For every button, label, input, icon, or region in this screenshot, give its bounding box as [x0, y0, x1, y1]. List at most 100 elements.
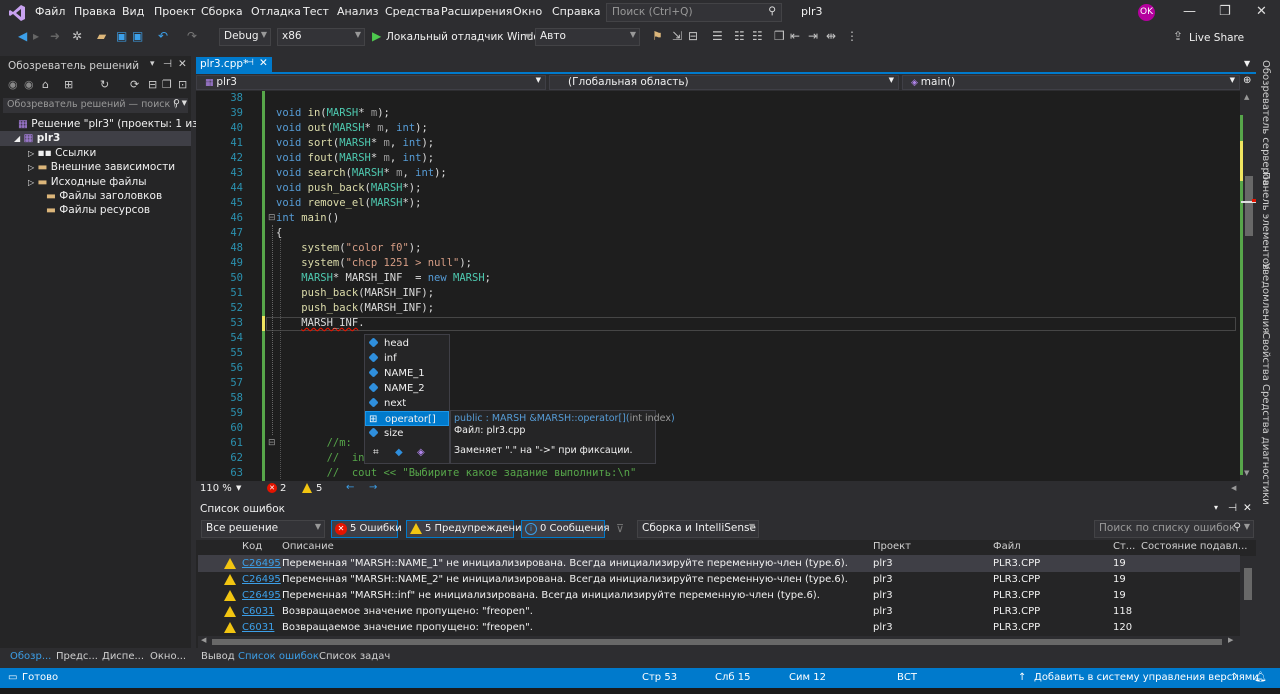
tab-output[interactable]: Вывод — [201, 651, 235, 662]
pane-close-icon[interactable]: ✕ — [178, 58, 187, 70]
outline-collapse-icon[interactable]: ⊟ — [268, 213, 276, 223]
table-row[interactable]: C6031 Возвращаемое значение пропущено: "… — [198, 604, 1240, 620]
tree-item-external-deps[interactable]: ▷ ▬ Внешние зависимости — [28, 161, 175, 173]
table-row[interactable]: C26495 Переменная "MARSH::NAME_1" не ини… — [198, 556, 1240, 572]
menu-project[interactable]: Проект — [154, 5, 196, 18]
scroll-thumb[interactable] — [1245, 176, 1253, 236]
properties-icon[interactable]: ⊡ — [178, 78, 187, 91]
error-code-link[interactable]: C26495 — [242, 574, 281, 585]
completion-item[interactable]: size — [365, 426, 449, 441]
column-header-line[interactable]: Ст... — [1113, 541, 1135, 552]
save-all-icon[interactable]: ▣ — [132, 29, 143, 43]
completion-item[interactable]: NAME_1 — [365, 366, 449, 381]
quick-launch-search[interactable]: Поиск (Ctrl+Q) ⚲ — [606, 3, 782, 22]
tab-class-view[interactable]: Предс... — [56, 651, 98, 662]
solution-explorer-search[interactable]: Обозреватель решений — поиск ( ⚲ ▼ — [3, 98, 188, 113]
previous-issue-icon[interactable]: ← — [346, 482, 354, 493]
table-row[interactable]: C26495 Переменная "MARSH::NAME_2" не ини… — [198, 572, 1240, 588]
platform-select[interactable]: x86 ▼ — [277, 28, 365, 46]
menu-help[interactable]: Справка — [552, 5, 600, 18]
error-count[interactable]: 2 — [280, 483, 286, 494]
run-mode-select[interactable]: Авто ▼ — [535, 28, 640, 46]
column-header-description[interactable]: Описание — [282, 541, 334, 552]
configuration-select[interactable]: Debug ▼ — [219, 28, 271, 46]
tab-window[interactable]: Окно... — [150, 651, 186, 662]
tree-solution-node[interactable]: ▦ Решение "plr3" (проекты: 1 из 1) — [18, 118, 212, 130]
forward-arrow-icon[interactable]: ➜ — [50, 29, 60, 43]
tab-toolbox[interactable]: Панель элементов — [1260, 172, 1271, 270]
error-list-horizontal-scrollbar[interactable]: ◀ ▶ — [198, 636, 1256, 648]
scroll-thumb[interactable] — [1244, 568, 1252, 600]
pane-close-icon[interactable]: ✕ — [1243, 502, 1252, 514]
column-header-code[interactable]: Код — [242, 541, 262, 552]
outline-collapse-icon[interactable]: ⊟ — [268, 438, 276, 448]
user-avatar[interactable]: OK — [1138, 4, 1155, 21]
scroll-left-icon[interactable]: ◀ — [201, 636, 206, 644]
tree-item-resource-files[interactable]: ▬ Файлы ресурсов — [46, 204, 150, 216]
pin-icon[interactable]: ⊣ — [163, 58, 172, 70]
toolbar-overflow-icon[interactable]: ⋮ — [846, 29, 858, 43]
run-dropdown-icon[interactable]: ▼ — [525, 32, 531, 41]
table-row[interactable]: C26495 Переменная "MARSH::inf" не инициа… — [198, 588, 1240, 604]
forward-icon[interactable]: ◉ — [24, 78, 34, 91]
column-header-suppression[interactable]: Состояние подавл... — [1141, 541, 1247, 552]
errors-filter-button[interactable]: ✕ 5 Ошибки — [331, 520, 402, 538]
minimize-icon[interactable]: — — [1183, 4, 1196, 19]
format-icon[interactable]: ☰ — [712, 29, 723, 43]
tab-property-manager[interactable]: Диспе... — [102, 651, 144, 662]
forward-icon[interactable]: ▸ — [33, 29, 39, 43]
nav-project-combo[interactable]: ▦ plr3 ▼ — [196, 75, 546, 90]
pane-options-icon[interactable]: ▾ — [1214, 503, 1218, 512]
menu-analyze[interactable]: Анализ — [337, 5, 379, 18]
menu-view[interactable]: Вид — [122, 5, 144, 18]
document-tab[interactable]: plr3.cpp* ⊣ ✕ — [196, 57, 272, 74]
add-to-source-control[interactable]: Добавить в систему управления версиями — [1034, 672, 1259, 683]
scroll-down-icon[interactable]: ▼ — [1244, 469, 1249, 477]
scroll-up-icon[interactable]: ▲ — [1244, 93, 1249, 101]
zoom-level[interactable]: 110 % — [200, 483, 232, 494]
filter-all-icon[interactable]: ⌗ — [373, 447, 379, 458]
horizontal-scroll-left-icon[interactable]: ◀ — [1231, 484, 1236, 492]
split-editor-icon[interactable]: ⊕ — [1243, 75, 1251, 86]
filter-icon[interactable]: ⊽ — [616, 522, 624, 535]
scroll-right-icon[interactable]: ▶ — [1228, 636, 1233, 644]
menu-debug[interactable]: Отладка — [251, 5, 301, 18]
tab-error-list[interactable]: Список ошибок — [238, 651, 319, 662]
notifications-bell-icon[interactable]: 🔔︎ — [1254, 672, 1267, 683]
completion-item[interactable]: next — [365, 396, 449, 411]
open-folder-icon[interactable]: ▰ — [97, 29, 106, 43]
collapse-all-icon[interactable]: ⊟ — [148, 78, 157, 91]
refresh-icon[interactable]: ⟳ — [130, 78, 139, 91]
maximize-icon[interactable]: ❐ — [1219, 4, 1231, 19]
nav-member-combo[interactable]: ◈ main() ▼ — [902, 75, 1240, 90]
close-icon[interactable]: ✕ — [1256, 4, 1267, 19]
tab-server-explorer[interactable]: Обозреватель серверов — [1260, 60, 1271, 186]
completion-item[interactable]: NAME_2 — [365, 381, 449, 396]
new-project-icon[interactable]: ✲ — [72, 29, 82, 43]
bookmark-prev-icon[interactable]: ⇤ — [790, 29, 800, 43]
error-code-link[interactable]: C6031 — [242, 622, 274, 633]
menu-test[interactable]: Тест — [303, 5, 329, 18]
redo-icon[interactable]: ↷ — [187, 29, 197, 43]
completion-item[interactable]: head — [365, 336, 449, 351]
tab-notifications[interactable]: Уведомления — [1260, 263, 1271, 333]
bookmark-icon[interactable]: ⊟ — [688, 29, 698, 43]
chevron-down-icon[interactable]: ▼ — [236, 484, 241, 492]
error-code-link[interactable]: C6031 — [242, 606, 274, 617]
filter-fields-icon[interactable]: ◆ — [395, 447, 403, 458]
tab-solution-explorer[interactable]: Обозр... — [10, 651, 51, 662]
comment-icon[interactable]: ☷ — [734, 29, 745, 43]
menu-extensions[interactable]: Расширения — [441, 5, 512, 18]
step-icon[interactable]: ⇲ — [672, 29, 682, 43]
next-issue-icon[interactable]: → — [369, 482, 377, 493]
table-row[interactable]: C6031 Возвращаемое значение пропущено: "… — [198, 620, 1240, 636]
scroll-thumb[interactable] — [212, 639, 1222, 645]
filter-methods-icon[interactable]: ◈ — [417, 447, 425, 458]
error-list-search[interactable]: Поиск по списку ошибок ⚲ ▼ — [1094, 520, 1254, 538]
code-editor[interactable]: 38 39 40 41 42 43 44 45 46 47 48 49 50 51 52 53 54 55 56 57… — [196, 91, 1240, 481]
menu-file[interactable]: Файл — [35, 5, 65, 18]
tree-item-references[interactable]: ▷ ▪▪ Ссылки — [28, 147, 96, 159]
switch-views-icon[interactable]: ⊞ — [64, 78, 73, 91]
chevron-up-icon[interactable]: ⌃ — [1230, 672, 1238, 683]
column-header-project[interactable]: Проект — [873, 541, 911, 552]
